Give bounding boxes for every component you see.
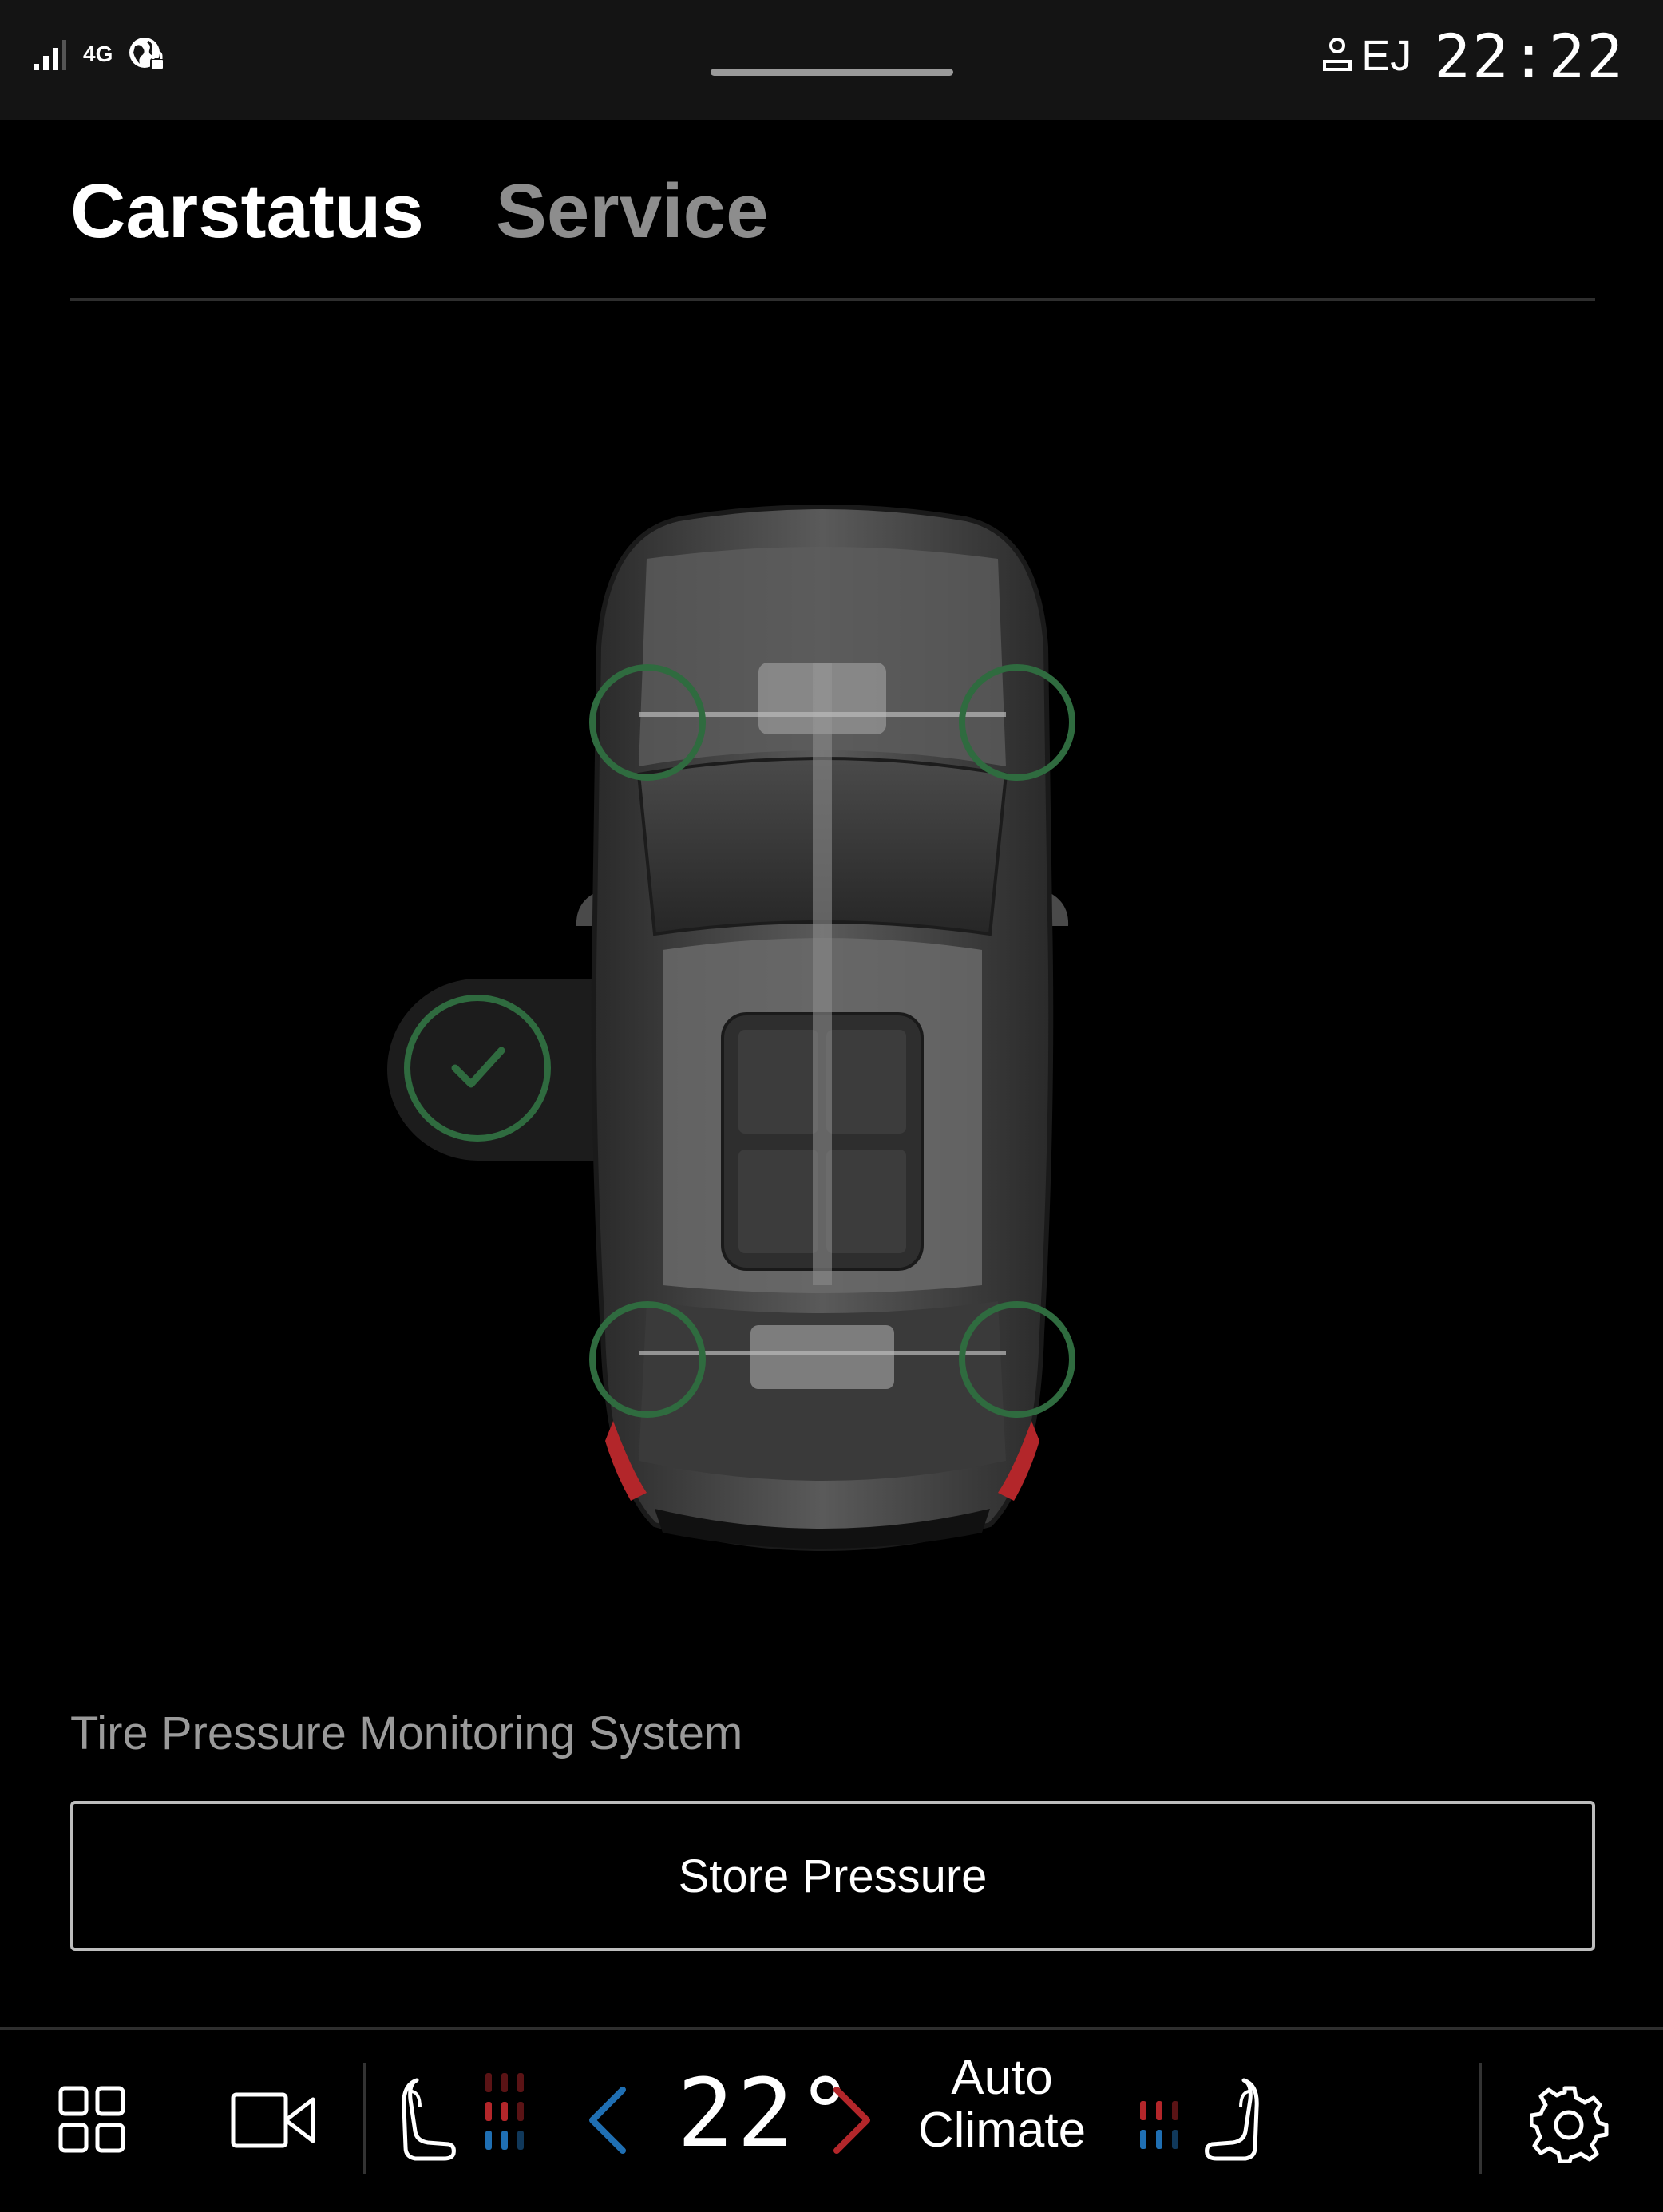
gear-icon[interactable] [1530,2083,1610,2163]
app-grid-icon[interactable] [57,2085,126,2154]
clock: 22:22 [1434,20,1625,92]
bottom-separator-left [363,2063,366,2174]
temperature-down-icon[interactable] [584,2085,629,2155]
drag-handle[interactable] [711,69,953,76]
bottom-separator-right [1479,2063,1482,2174]
internet-lock-icon [127,35,167,73]
auto-climate-line2: Climate [917,2103,1087,2158]
signal-strength-icon [32,37,69,72]
auto-climate-button[interactable]: Auto Climate [910,2052,1094,2157]
status-bar: 4G EJ 22:22 [0,0,1663,120]
status-right: EJ 22:22 [1321,21,1625,92]
driver-seat-icon[interactable] [401,2075,458,2163]
tire-indicator-front-left [589,664,706,781]
tab-carstatus[interactable]: Carstatus [70,168,424,255]
overall-status-indicator [404,995,551,1142]
auto-climate-line1: Auto [951,2050,1053,2105]
temperature-up-icon[interactable] [830,2085,875,2155]
tab-bar: Carstatus Service [70,168,768,255]
driver-seat-heat-level-icon[interactable] [484,2072,527,2159]
store-pressure-button[interactable]: Store Pressure [70,1801,1595,1951]
network-type-label: 4G [83,42,113,66]
profile-initials[interactable]: EJ [1361,31,1412,81]
tire-indicator-rear-left [589,1301,706,1418]
tab-service[interactable]: Service [496,168,769,255]
passenger-seat-heat-level-icon[interactable] [1138,2099,1182,2155]
checkmark-icon [451,1047,505,1088]
tab-divider [70,298,1595,301]
passenger-seat-icon[interactable] [1202,2075,1260,2163]
tire-indicator-rear-right [959,1301,1075,1418]
camera-icon[interactable] [230,2091,318,2149]
status-left: 4G [32,30,167,78]
tire-indicator-front-right [959,664,1075,781]
user-profile-icon[interactable] [1321,36,1353,77]
tpms-title: Tire Pressure Monitoring System [70,1707,743,1759]
